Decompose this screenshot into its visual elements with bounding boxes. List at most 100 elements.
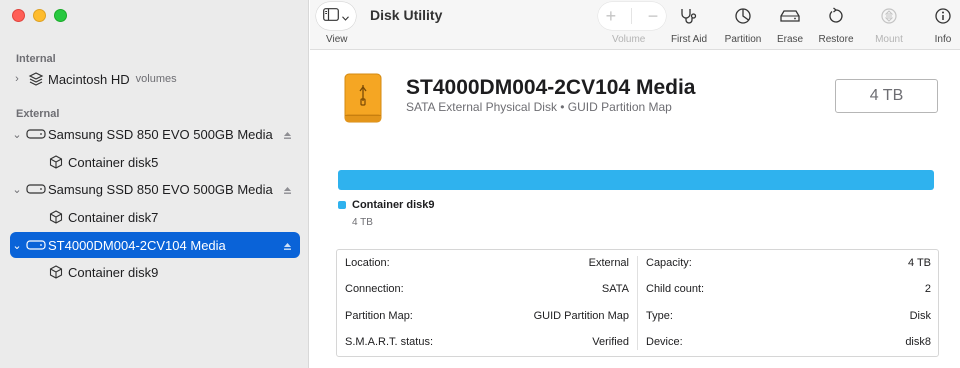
sidebar-toggle-icon <box>323 8 339 24</box>
sidebar-item-label: Samsung SSD 850 EVO 500GB Media <box>48 181 273 197</box>
info-button[interactable]: Info <box>918 2 960 45</box>
close-button[interactable] <box>12 9 25 22</box>
restore-arrow-icon <box>821 2 851 30</box>
disk-size-badge: 4 TB <box>835 79 938 113</box>
chevron-down-icon[interactable]: ⌄ <box>10 128 24 141</box>
sidebar-item-label: ST4000DM004-2CV104 Media <box>48 237 226 253</box>
restore-button[interactable]: Restore <box>811 2 861 45</box>
mount-label: Mount <box>875 34 903 45</box>
disk-description: SATA External Physical Disk • GUID Parti… <box>406 100 672 114</box>
info-key: Child count: <box>646 283 705 295</box>
info-row-capacity: Capacity: 4 TB <box>646 255 931 271</box>
info-key: Location: <box>345 257 390 269</box>
volume-label: Volume <box>612 34 646 45</box>
eject-icon[interactable] <box>283 239 292 254</box>
sidebar-item-macintosh-hd[interactable]: › Macintosh HD volumes <box>10 66 300 92</box>
info-value: GUID Partition Map <box>533 310 629 322</box>
info-row-smart-status: S.M.A.R.T. status: Verified <box>345 334 629 350</box>
container-cube-icon <box>44 265 68 279</box>
volume-buttons: + − <box>598 2 666 30</box>
sidebar-item-label: Samsung SSD 850 EVO 500GB Media <box>48 126 273 142</box>
usage-bar <box>338 170 934 190</box>
sidebar-item-samsung-ssd-1[interactable]: ⌄ Samsung SSD 850 EVO 500GB Media <box>10 121 300 147</box>
info-value: Disk <box>909 310 931 322</box>
erase-label: Erase <box>776 34 804 45</box>
info-value: SATA <box>601 283 629 295</box>
partition-label: Partition <box>724 34 762 45</box>
info-key: Type: <box>646 310 673 322</box>
first-aid-label: First Aid <box>670 34 708 45</box>
legend-swatch <box>338 201 346 209</box>
sidebar-item-label: Container disk5 <box>68 154 159 170</box>
sidebar-item-container-disk7[interactable]: Container disk7 <box>10 204 300 230</box>
layers-icon <box>24 71 48 87</box>
info-value: disk8 <box>905 336 931 348</box>
legend-name: Container disk9 <box>352 199 435 211</box>
info-row-connection: Connection: SATA <box>345 281 629 297</box>
info-key: Partition Map: <box>345 310 413 322</box>
volume-divider <box>631 8 633 24</box>
zoom-button[interactable] <box>54 9 67 22</box>
info-key: S.M.A.R.T. status: <box>345 336 434 348</box>
info-column-left: Location: External Connection: SATA Part… <box>337 250 637 356</box>
disk-info-table: Location: External Connection: SATA Part… <box>336 249 939 357</box>
chevron-right-icon[interactable]: › <box>10 73 24 85</box>
toolbar: View Disk Utility + − Volume First Aid P… <box>310 0 960 50</box>
minimize-button[interactable] <box>33 9 46 22</box>
restore-label: Restore <box>818 34 854 45</box>
info-key: Capacity: <box>646 257 692 269</box>
info-row-child-count: Child count: 2 <box>646 281 931 297</box>
add-volume-button[interactable]: + <box>606 6 617 27</box>
info-value: External <box>588 257 629 269</box>
stethoscope-icon <box>674 2 704 30</box>
window-title: Disk Utility <box>370 7 443 23</box>
container-cube-icon <box>44 210 68 224</box>
chevron-down-icon[interactable]: ⌄ <box>10 239 24 252</box>
eject-icon[interactable] <box>283 128 292 143</box>
view-label: View <box>326 34 348 45</box>
external-drive-icon <box>24 239 48 251</box>
section-header-external: External <box>16 108 60 120</box>
sidebar-item-samsung-ssd-2[interactable]: ⌄ Samsung SSD 850 EVO 500GB Media <box>10 176 300 202</box>
window-controls <box>12 9 67 22</box>
info-row-partition-map: Partition Map: GUID Partition Map <box>345 308 629 324</box>
chevron-down-icon <box>342 9 349 24</box>
info-row-location: Location: External <box>345 255 629 271</box>
info-label: Info <box>934 34 952 45</box>
first-aid-button[interactable]: First Aid <box>664 2 714 45</box>
remove-volume-button[interactable]: − <box>648 6 659 27</box>
info-value: 4 TB <box>907 257 931 269</box>
pie-chart-icon <box>728 2 758 30</box>
erase-button[interactable]: Erase <box>765 2 815 45</box>
main-panel: ST4000DM004-2CV104 Media SATA External P… <box>310 51 960 368</box>
sidebar-item-sublabel: volumes <box>135 73 177 85</box>
erase-drive-icon <box>775 2 805 30</box>
info-key: Device: <box>646 336 683 348</box>
chevron-down-icon[interactable]: ⌄ <box>10 183 24 196</box>
section-header-internal: Internal <box>16 53 56 65</box>
mount-button[interactable]: Mount <box>864 2 914 45</box>
legend-size: 4 TB <box>352 217 373 228</box>
partition-button[interactable]: Partition <box>718 2 768 45</box>
sidebar-item-label: Container disk9 <box>68 264 159 280</box>
sidebar-item-container-disk5[interactable]: Container disk5 <box>10 149 300 175</box>
info-row-type: Type: Disk <box>646 308 931 324</box>
external-disk-icon <box>344 73 382 128</box>
info-key: Connection: <box>345 283 404 295</box>
info-icon <box>928 2 958 30</box>
sidebar-item-container-disk9[interactable]: Container disk9 <box>10 259 300 285</box>
view-button[interactable] <box>316 2 356 30</box>
sidebar-item-st4000dm004[interactable]: ⌄ ST4000DM004-2CV104 Media <box>10 232 300 258</box>
info-value: 2 <box>924 283 931 295</box>
mount-icon <box>874 2 904 30</box>
sidebar-item-label: Container disk7 <box>68 209 159 225</box>
eject-icon[interactable] <box>283 183 292 198</box>
container-cube-icon <box>44 155 68 169</box>
disk-utility-window: Internal › Macintosh HD volumes External… <box>0 0 960 368</box>
info-value: Verified <box>592 336 629 348</box>
usage-legend: Container disk9 <box>338 199 435 211</box>
info-column-right: Capacity: 4 TB Child count: 2 Type: Disk… <box>638 250 939 356</box>
info-row-device: Device: disk8 <box>646 334 931 350</box>
disk-title: ST4000DM004-2CV104 Media <box>406 76 696 99</box>
sidebar-item-label: Macintosh HD <box>48 71 130 87</box>
